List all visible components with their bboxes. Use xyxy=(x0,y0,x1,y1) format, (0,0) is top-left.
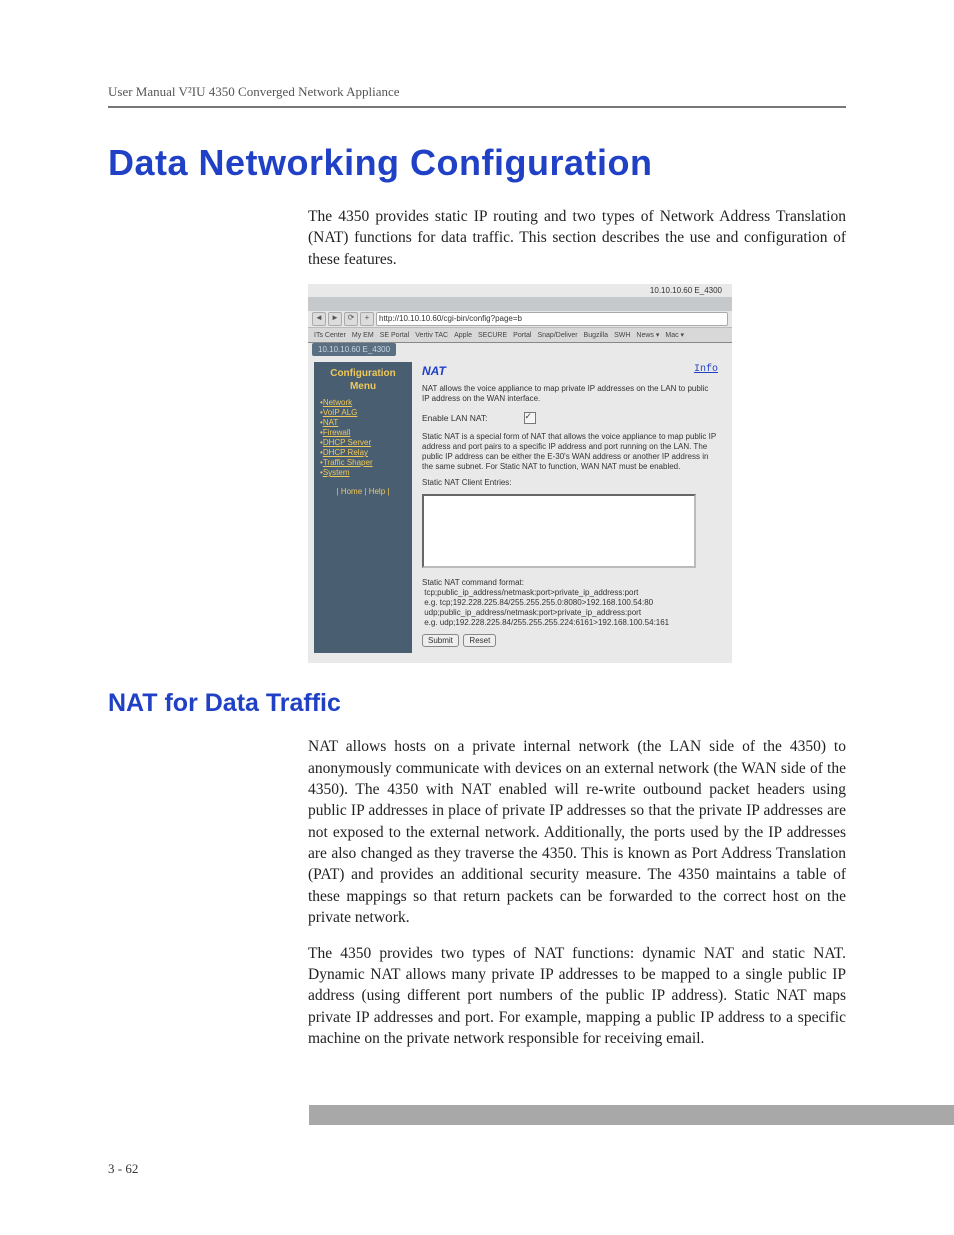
page-number: 3 - 62 xyxy=(108,1161,138,1177)
cmd-line-4: e.g. udp;192.228.225.84/255.255.255.224:… xyxy=(424,618,669,627)
subsection-p2: The 4350 provides two types of NAT funct… xyxy=(308,943,846,1050)
cmd-line-3: udp;public_ip_address/netmask:port>priva… xyxy=(424,608,641,617)
cmd-line-2: e.g. tcp;192.228.225.84/255.255.255.0:80… xyxy=(424,598,653,607)
static-nat-desc: Static NAT is a special form of NAT that… xyxy=(422,432,718,472)
menu-subtitle: Menu xyxy=(320,381,406,392)
section-intro: The 4350 provides static IP routing and … xyxy=(308,206,846,270)
menu-title: Configuration xyxy=(320,368,406,379)
menu-item-dhcp-relay[interactable]: DHCP Relay xyxy=(320,448,406,457)
enable-nat-checkbox[interactable] xyxy=(524,412,536,424)
add-button[interactable]: + xyxy=(360,312,374,326)
bookmark-item[interactable]: Portal xyxy=(513,332,531,339)
back-button[interactable]: ◄ xyxy=(312,312,326,326)
bookmark-item[interactable]: Mac ▾ xyxy=(665,331,684,339)
bookmark-item[interactable]: Snap/Deliver xyxy=(537,332,577,339)
cmd-format-block: Static NAT command format: tcp;public_ip… xyxy=(422,578,718,628)
bookmark-item[interactable]: News ▾ xyxy=(636,331,659,339)
menu-item-voip-alg[interactable]: VoIP ALG xyxy=(320,408,406,417)
url-field[interactable]: http://10.10.10.60/cgi-bin/config?page=b xyxy=(376,312,728,326)
pane-intro: NAT allows the voice appliance to map pr… xyxy=(422,384,718,404)
browser-address-bar: ◄ ► ⟳ + http://10.10.10.60/cgi-bin/confi… xyxy=(308,311,732,328)
bookmark-item[interactable]: Bugzilla xyxy=(584,332,609,339)
footer-bar xyxy=(0,1105,954,1125)
menu-item-firewall[interactable]: Firewall xyxy=(320,428,406,437)
cmd-heading: Static NAT command format: xyxy=(422,578,524,587)
subsection-title: NAT for Data Traffic xyxy=(108,689,846,718)
subsection-p1: NAT allows hosts on a private internal n… xyxy=(308,736,846,928)
menu-footer: | Home | Help | xyxy=(320,487,406,496)
info-link[interactable]: Info xyxy=(694,364,718,378)
menu-item-nat[interactable]: NAT xyxy=(320,418,406,427)
menu-item-system[interactable]: System xyxy=(320,468,406,477)
menu-help-link[interactable]: Help xyxy=(369,487,385,496)
menu-item-network[interactable]: Network xyxy=(320,398,406,407)
section-title: Data Networking Configuration xyxy=(108,142,846,184)
enable-label: Enable LAN NAT: xyxy=(422,413,488,423)
bookmark-item[interactable]: SE Portal xyxy=(380,332,410,339)
screenshot-ip-top: 10.10.10.60 E_4300 xyxy=(308,284,732,297)
cmd-line-1: tcp;public_ip_address/netmask:port>priva… xyxy=(424,588,638,597)
pane-title: NAT xyxy=(422,364,446,378)
bookmark-item[interactable]: My EM xyxy=(352,332,374,339)
bookmarks-row: ITs Center My EM SE Portal Vertiv TAC Ap… xyxy=(308,328,732,343)
forward-button[interactable]: ► xyxy=(328,312,342,326)
static-nat-entries-textarea[interactable] xyxy=(422,494,696,568)
header-rule xyxy=(108,106,846,108)
app-header: 10.10.10.60 E_4300 xyxy=(308,343,732,356)
content-pane: NAT Info NAT allows the voice appliance … xyxy=(412,362,726,653)
bookmark-item[interactable]: SWH xyxy=(614,332,630,339)
refresh-button[interactable]: ⟳ xyxy=(344,312,358,326)
nat-screenshot-figure: 10.10.10.60 E_4300 ◄ ► ⟳ + http://10.10.… xyxy=(308,284,732,663)
entries-label: Static NAT Client Entries: xyxy=(422,478,718,488)
menu-item-traffic-shaper[interactable]: Traffic Shaper xyxy=(320,458,406,467)
submit-button[interactable]: Submit xyxy=(422,634,459,647)
bookmark-item[interactable]: Apple xyxy=(454,332,472,339)
bookmark-item[interactable]: Vertiv TAC xyxy=(415,332,448,339)
running-head: User Manual V²IU 4350 Converged Network … xyxy=(108,84,846,100)
bookmark-item[interactable]: ITs Center xyxy=(314,332,346,339)
device-chip: 10.10.10.60 E_4300 xyxy=(312,343,396,356)
reset-button[interactable]: Reset xyxy=(463,634,496,647)
config-menu: Configuration Menu Network VoIP ALG NAT … xyxy=(314,362,412,653)
menu-item-dhcp-server[interactable]: DHCP Server xyxy=(320,438,406,447)
bookmark-item[interactable]: SECURE xyxy=(478,332,507,339)
browser-tab-bar xyxy=(308,297,732,311)
menu-home-link[interactable]: Home xyxy=(341,487,362,496)
